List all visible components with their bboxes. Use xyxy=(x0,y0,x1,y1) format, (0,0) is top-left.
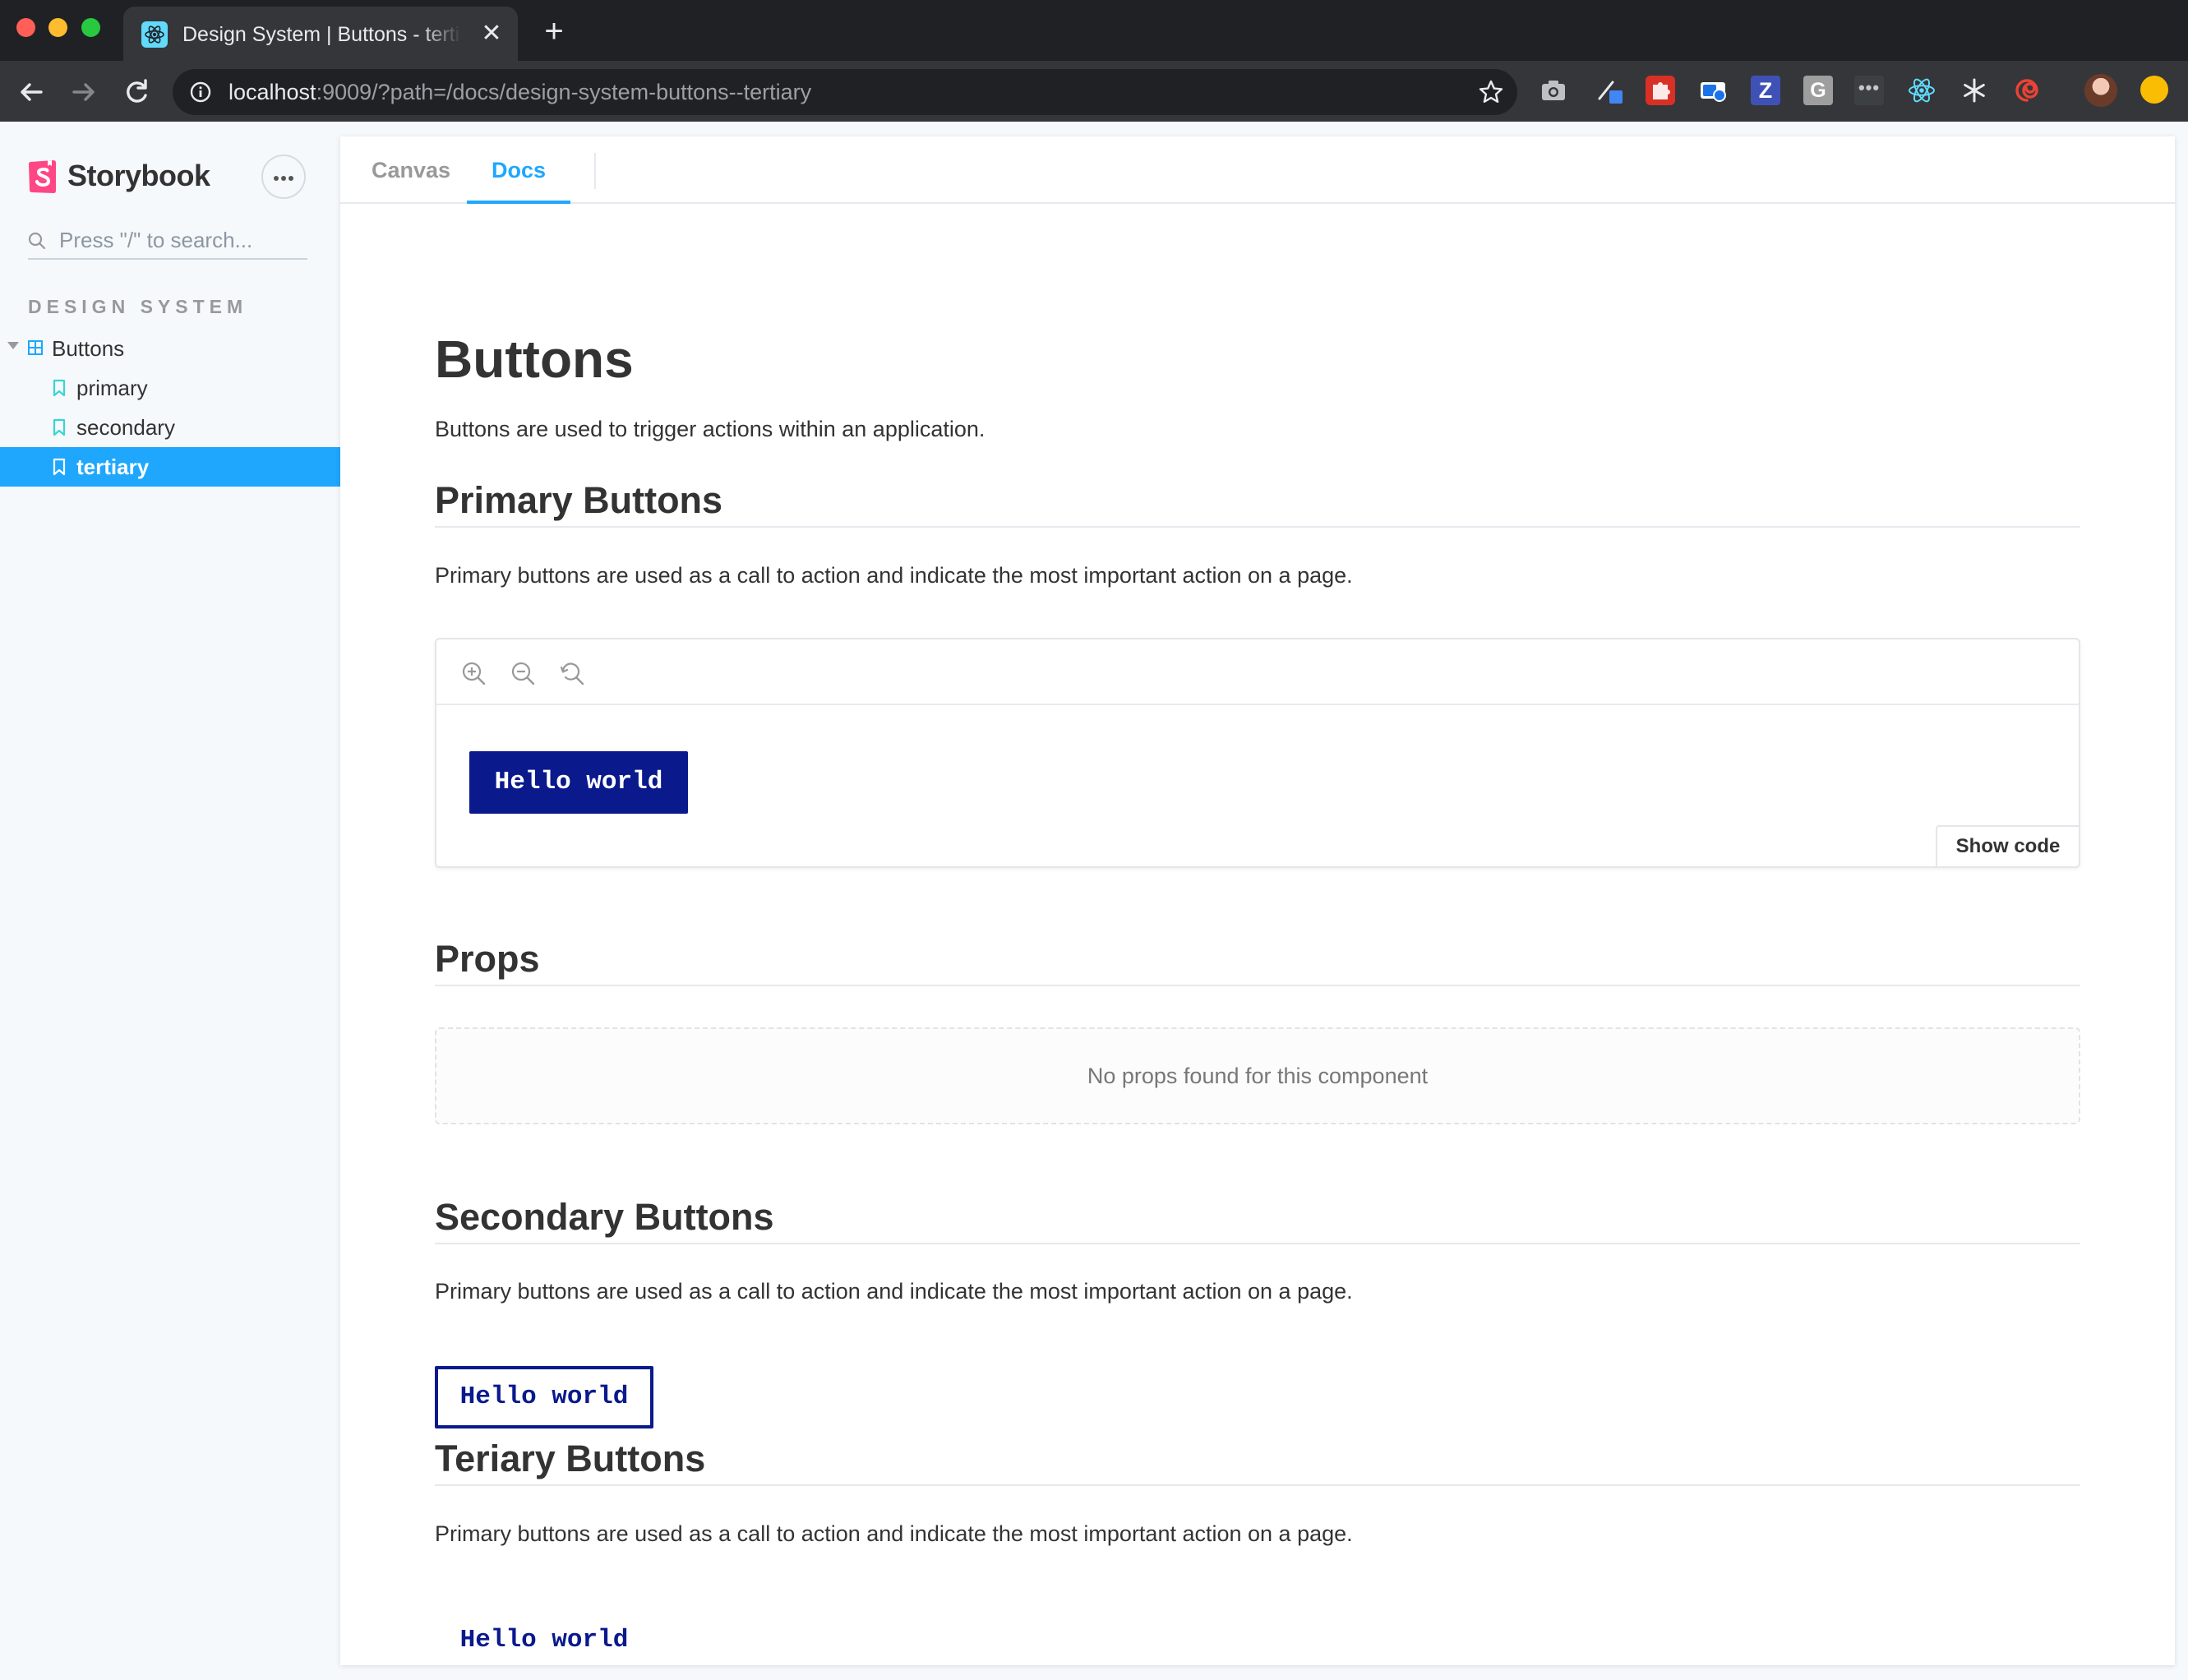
search-input[interactable] xyxy=(59,225,306,255)
yellow-extension-icon[interactable] xyxy=(2140,76,2168,104)
secondary-hello-button[interactable]: Hello world xyxy=(435,1366,653,1428)
screen-capture-extension-icon[interactable] xyxy=(1698,76,1728,105)
pen-extension-icon[interactable] xyxy=(1595,76,1624,105)
dot-icon xyxy=(289,176,293,181)
primary-description: Primary buttons are used as a call to ac… xyxy=(435,563,1353,588)
primary-heading: Primary Buttons xyxy=(435,478,2080,528)
bookmark-star-icon[interactable] xyxy=(1478,79,1504,105)
tab-canvas[interactable]: Canvas xyxy=(365,136,457,204)
bookmark-icon xyxy=(53,379,66,397)
site-info-icon[interactable] xyxy=(189,81,212,104)
docs-panel: Canvas Docs Buttons Buttons are used to … xyxy=(340,136,2175,1665)
props-heading: Props xyxy=(435,937,2080,986)
browser-tab-active[interactable]: Design System | Buttons - tertiary ✕ xyxy=(123,7,518,61)
sidebar-item-label: secondary xyxy=(76,415,175,440)
tertiary-hello-button[interactable]: Hello world xyxy=(435,1609,653,1665)
storybook-sidebar: Storybook DESIGN SYSTEM Buttons primary … xyxy=(0,122,340,1680)
sidebar-item-primary[interactable]: primary xyxy=(0,368,340,408)
sidebar-item-tertiary[interactable]: tertiary xyxy=(0,447,340,487)
sidebar-item-secondary[interactable]: secondary xyxy=(0,408,340,447)
zoom-reset-icon[interactable] xyxy=(560,661,584,685)
secondary-description: Primary buttons are used as a call to ac… xyxy=(435,1279,1353,1304)
story-preview: Hello world Show code xyxy=(435,638,2080,868)
bookmark-icon xyxy=(53,458,66,476)
preview-toolbar xyxy=(436,639,2079,705)
sidebar-item-label: Buttons xyxy=(52,336,125,361)
red-puzzle-extension-icon[interactable] xyxy=(1646,76,1675,105)
url-host: localhost xyxy=(228,80,316,104)
expand-arrow-icon[interactable] xyxy=(7,342,19,349)
url-text[interactable]: localhost:9009/?path=/docs/design-system… xyxy=(228,78,811,106)
url-path: :9009/?path=/docs/design-system-buttons-… xyxy=(316,80,812,104)
primary-hello-button[interactable]: Hello world xyxy=(469,751,688,814)
window-zoom-button[interactable] xyxy=(81,18,100,37)
search-icon xyxy=(28,232,46,250)
window-minimize-button[interactable] xyxy=(48,18,67,37)
address-bar[interactable]: localhost:9009/?path=/docs/design-system… xyxy=(173,69,1517,115)
window-close-button[interactable] xyxy=(16,18,35,37)
forward-arrow-icon[interactable] xyxy=(67,76,100,108)
new-tab-button[interactable]: + xyxy=(539,15,569,48)
camera-extension-icon[interactable] xyxy=(1539,76,1568,105)
tertiary-description: Primary buttons are used as a call to ac… xyxy=(435,1521,1353,1546)
page-title: Buttons xyxy=(435,330,634,389)
sidebar-item-buttons[interactable]: Buttons xyxy=(0,329,340,368)
react-devtools-extension-icon[interactable] xyxy=(1907,76,1936,105)
swirl-extension-icon[interactable] xyxy=(2012,76,2042,105)
close-tab-icon[interactable]: ✕ xyxy=(478,21,505,47)
z-extension-icon[interactable]: Z xyxy=(1751,76,1780,105)
zoom-out-icon[interactable] xyxy=(510,661,535,685)
bookmark-icon xyxy=(53,418,66,436)
sidebar-item-label: primary xyxy=(76,376,148,400)
snowflake-extension-icon[interactable] xyxy=(1960,76,1989,105)
react-favicon-icon xyxy=(141,21,168,48)
reload-icon[interactable] xyxy=(120,76,153,108)
tab-docs[interactable]: Docs xyxy=(467,136,570,204)
browser-tab-title: Design System | Buttons - tertiary xyxy=(182,23,462,46)
storybook-title[interactable]: Storybook xyxy=(67,158,210,194)
dot-icon xyxy=(274,176,279,181)
profile-avatar[interactable] xyxy=(2084,74,2117,107)
show-code-button[interactable]: Show code xyxy=(1936,825,2080,868)
zoom-in-icon[interactable] xyxy=(461,661,486,685)
dot-icon xyxy=(281,176,286,181)
sidebar-item-label: tertiary xyxy=(76,455,150,479)
sidebar-section-heading: DESIGN SYSTEM xyxy=(28,296,248,317)
browser-tab-strip: Design System | Buttons - tertiary ✕ + xyxy=(0,0,2188,61)
sidebar-menu-button[interactable] xyxy=(261,155,306,199)
panel-tabs: Canvas Docs xyxy=(340,136,2175,204)
storybook-logo-icon[interactable] xyxy=(28,159,58,195)
more-dots-extension-icon[interactable]: ••• xyxy=(1854,76,1884,105)
sidebar-search xyxy=(28,222,307,260)
tertiary-heading: Teriary Buttons xyxy=(435,1437,2080,1486)
intro-text: Buttons are used to trigger actions with… xyxy=(435,417,986,441)
props-empty-state: No props found for this component xyxy=(435,1027,2080,1124)
component-icon xyxy=(28,340,43,355)
back-arrow-icon[interactable] xyxy=(15,76,48,108)
secondary-heading: Secondary Buttons xyxy=(435,1195,2080,1244)
g-extension-icon[interactable]: G xyxy=(1803,76,1833,105)
tabs-divider xyxy=(594,153,596,189)
